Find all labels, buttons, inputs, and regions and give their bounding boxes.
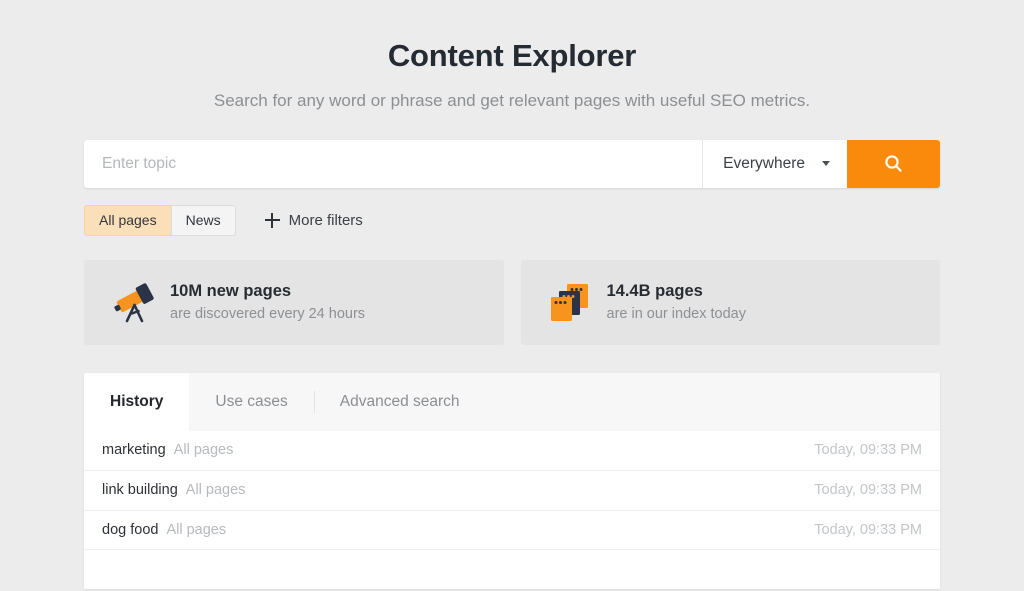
- more-filters-label: More filters: [289, 212, 363, 229]
- history-row[interactable]: dog food All pages Today, 09:33 PM: [84, 510, 940, 550]
- history-row[interactable]: marketing All pages Today, 09:33 PM: [84, 431, 940, 471]
- history-panel: History Use cases Advanced search market…: [84, 373, 940, 589]
- history-time: Today, 09:33 PM: [814, 482, 922, 498]
- page-subtitle: Search for any word or phrase and get re…: [0, 90, 1024, 113]
- plus-icon: [265, 213, 280, 228]
- history-query: dog food: [102, 522, 158, 538]
- stat-title: 10M new pages: [170, 281, 365, 302]
- content-column: Everywhere All pages News More filters: [84, 140, 940, 589]
- scope-dropdown-label: Everywhere: [723, 155, 805, 173]
- history-row-partial[interactable]: [84, 549, 940, 589]
- history-query: link building: [102, 482, 178, 498]
- page-title: Content Explorer: [0, 38, 1024, 74]
- history-scope: All pages: [186, 482, 246, 498]
- search-icon: [884, 154, 903, 173]
- history-scope: All pages: [166, 522, 226, 538]
- stat-cards: 10M new pages are discovered every 24 ho…: [84, 260, 940, 345]
- tab-use-cases[interactable]: Use cases: [189, 373, 313, 431]
- chevron-down-icon: [822, 161, 830, 166]
- stat-subtitle: are discovered every 24 hours: [170, 306, 365, 323]
- search-bar: Everywhere: [84, 140, 940, 188]
- history-time: Today, 09:33 PM: [814, 442, 922, 458]
- hero-section: Content Explorer Search for any word or …: [0, 0, 1024, 113]
- history-query: marketing: [102, 442, 166, 458]
- telescope-icon: [106, 280, 162, 324]
- filter-news[interactable]: News: [171, 205, 236, 236]
- history-list: marketing All pages Today, 09:33 PM link…: [84, 431, 940, 589]
- history-time: Today, 09:33 PM: [814, 522, 922, 538]
- panel-tabbar: History Use cases Advanced search: [84, 373, 940, 431]
- stat-card-text: 14.4B pages are in our index today: [607, 281, 746, 324]
- stat-card-index-pages: 14.4B pages are in our index today: [521, 260, 941, 345]
- filter-all-pages[interactable]: All pages: [84, 205, 171, 236]
- history-row[interactable]: link building All pages Today, 09:33 PM: [84, 470, 940, 510]
- stat-subtitle: are in our index today: [607, 306, 746, 323]
- stacked-pages-icon: [543, 280, 599, 324]
- tab-advanced-search[interactable]: Advanced search: [314, 373, 486, 431]
- stat-card-text: 10M new pages are discovered every 24 ho…: [170, 281, 365, 324]
- page-type-segmented-control: All pages News: [84, 205, 236, 236]
- scope-dropdown[interactable]: Everywhere: [703, 140, 847, 188]
- stat-card-new-pages: 10M new pages are discovered every 24 ho…: [84, 260, 504, 345]
- tab-history[interactable]: History: [84, 373, 189, 431]
- history-scope: All pages: [174, 442, 234, 458]
- search-button[interactable]: [847, 140, 940, 188]
- stat-title: 14.4B pages: [607, 281, 746, 302]
- more-filters-button[interactable]: More filters: [265, 212, 363, 229]
- search-input[interactable]: [84, 140, 702, 188]
- content-explorer-page: Content Explorer Search for any word or …: [0, 0, 1024, 591]
- filter-row: All pages News More filters: [84, 205, 940, 236]
